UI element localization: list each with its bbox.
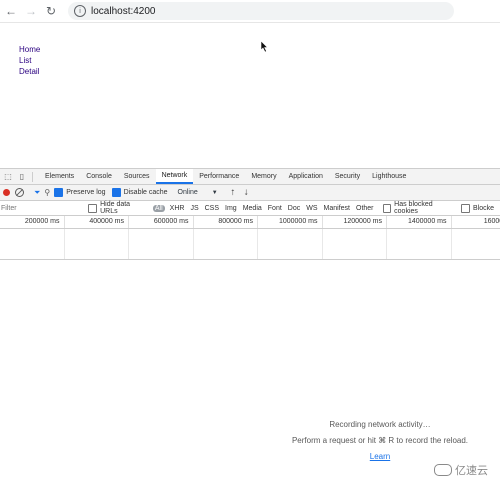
nav-link-home[interactable]: Home (19, 44, 40, 55)
watermark-text: 亿速云 (455, 462, 488, 478)
tab-lighthouse[interactable]: Lighthouse (366, 169, 412, 184)
filter-type-manifest[interactable]: Manifest (321, 205, 353, 212)
clear-icon[interactable] (15, 188, 24, 197)
cloud-logo-icon (434, 464, 452, 476)
tab-application[interactable]: Application (283, 169, 329, 184)
inspect-element-icon[interactable]: ⬚ (2, 171, 14, 183)
filter-type-css[interactable]: CSS (202, 205, 222, 212)
timeline-ruler: 200000 ms 400000 ms 600000 ms 800000 ms … (0, 216, 500, 229)
filter-type-img[interactable]: Img (222, 205, 240, 212)
filter-type-doc[interactable]: Doc (285, 205, 303, 212)
back-arrow-icon[interactable]: ← (2, 2, 20, 20)
timeline-overview[interactable] (0, 229, 500, 260)
grid-column (0, 229, 65, 259)
filter-type-xhr[interactable]: XHR (167, 205, 188, 212)
grid-column (387, 229, 452, 259)
throttling-value: Online (178, 189, 198, 196)
timeline-tick: 600000 ms (129, 216, 194, 228)
blocked-requests-label: Blocke (473, 205, 494, 212)
app-nav: Home List Detail (19, 44, 40, 77)
export-har-icon[interactable]: ⭣ (244, 188, 248, 198)
grid-column (194, 229, 259, 259)
import-har-icon[interactable]: ⭡ (231, 188, 235, 198)
recording-message: Recording network activity… (270, 417, 490, 433)
tab-security[interactable]: Security (329, 169, 366, 184)
learn-more-link[interactable]: Learn (370, 452, 390, 461)
timeline-tick: 200000 ms (0, 216, 65, 228)
filter-type-media[interactable]: Media (240, 205, 265, 212)
preserve-log-label: Preserve log (66, 189, 105, 196)
record-icon[interactable] (3, 189, 10, 196)
timeline-tick: 1000000 ms (258, 216, 323, 228)
watermark: 亿速云 (434, 462, 488, 478)
timeline-tick: 800000 ms (194, 216, 259, 228)
grid-column (65, 229, 130, 259)
disable-cache-checkbox[interactable]: Disable cache (112, 188, 168, 197)
checkbox-icon[interactable] (461, 204, 470, 213)
reload-hint: Perform a request or hit ⌘ R to record t… (270, 433, 490, 449)
grid-column (323, 229, 388, 259)
filter-type-ws[interactable]: WS (303, 205, 320, 212)
device-toolbar-icon[interactable]: ▯ (16, 171, 28, 183)
hide-data-urls-checkbox[interactable]: Hide data URLs (88, 201, 146, 215)
grid-column (129, 229, 194, 259)
checkbox-checked-icon[interactable] (112, 188, 121, 197)
network-toolbar: ⏷ ⚲ Preserve log Disable cache Online ▼ … (0, 185, 500, 201)
dropdown-caret-icon: ▼ (212, 190, 218, 196)
filter-type-font[interactable]: Font (265, 205, 285, 212)
devtools-panel: ⬚ ▯ Elements Console Sources Network Per… (0, 168, 500, 489)
grid-column (258, 229, 323, 259)
throttling-select[interactable]: Online ▼ (178, 189, 218, 196)
timeline-tick: 1600000 (452, 216, 500, 228)
checkbox-icon[interactable] (383, 204, 392, 213)
tab-network[interactable]: Network (156, 169, 194, 184)
network-filter-bar: Filter Hide data URLs All XHR JS CSS Img… (0, 201, 500, 216)
forward-arrow-icon[interactable]: → (22, 2, 40, 20)
filter-type-other[interactable]: Other (353, 205, 377, 212)
filter-type-all[interactable]: All (153, 205, 165, 212)
timeline-tick: 400000 ms (65, 216, 130, 228)
url-text: localhost:4200 (91, 6, 156, 17)
disable-cache-label: Disable cache (124, 189, 168, 196)
network-empty-state: Recording network activity… Perform a re… (270, 417, 490, 465)
nav-link-list[interactable]: List (19, 55, 40, 66)
tab-console[interactable]: Console (80, 169, 118, 184)
grid-column (452, 229, 500, 259)
address-bar[interactable]: i localhost:4200 (68, 2, 454, 20)
tab-performance[interactable]: Performance (193, 169, 245, 184)
tab-memory[interactable]: Memory (245, 169, 282, 184)
mouse-cursor-icon (261, 41, 269, 52)
filter-icon[interactable]: ⏷ (34, 188, 40, 198)
search-icon[interactable]: ⚲ (44, 188, 50, 197)
timeline-tick: 1200000 ms (323, 216, 388, 228)
hide-data-urls-label: Hide data URLs (100, 201, 147, 215)
blocked-requests-checkbox[interactable]: Blocke (461, 204, 494, 213)
filter-input[interactable]: Filter (0, 205, 88, 212)
timeline-tick: 1400000 ms (387, 216, 452, 228)
browser-toolbar: ← → ↻ i localhost:4200 (0, 0, 500, 23)
blocked-cookies-label: Has blocked cookies (394, 201, 455, 215)
checkbox-checked-icon[interactable] (54, 188, 63, 197)
info-icon[interactable]: i (74, 5, 86, 17)
nav-link-detail[interactable]: Detail (19, 66, 40, 77)
reload-icon[interactable]: ↻ (42, 2, 60, 20)
devtools-tabbar: ⬚ ▯ Elements Console Sources Network Per… (0, 169, 500, 185)
filter-type-js[interactable]: JS (187, 205, 201, 212)
tab-sources[interactable]: Sources (118, 169, 156, 184)
preserve-log-checkbox[interactable]: Preserve log (54, 188, 105, 197)
divider (32, 172, 33, 182)
tab-elements[interactable]: Elements (39, 169, 80, 184)
blocked-cookies-checkbox[interactable]: Has blocked cookies (383, 201, 455, 215)
checkbox-icon[interactable] (88, 204, 97, 213)
